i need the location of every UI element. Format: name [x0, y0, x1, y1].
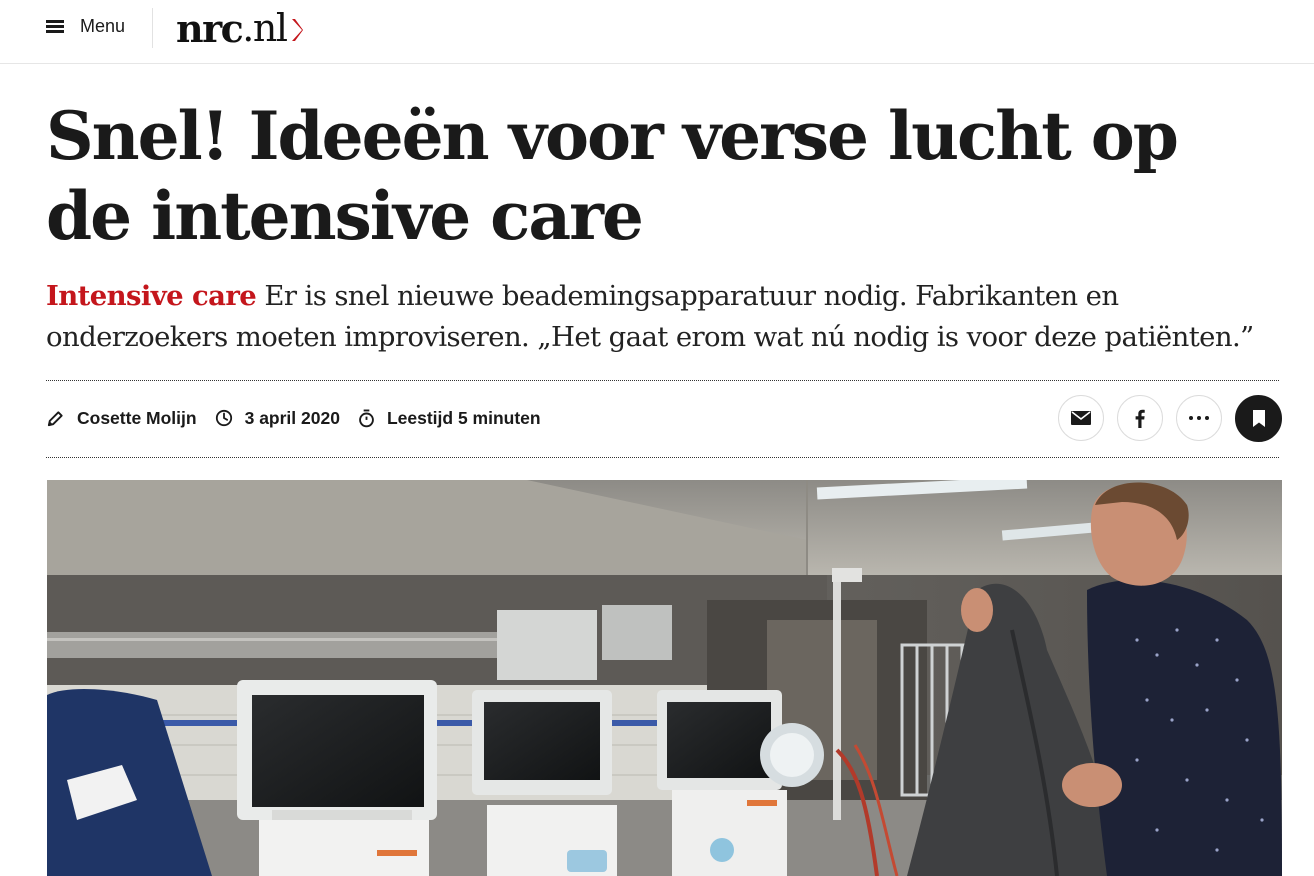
article-kicker: Intensive care	[46, 280, 257, 312]
more-icon	[1189, 416, 1209, 420]
hamburger-icon	[46, 19, 66, 33]
share-email-button[interactable]	[1058, 395, 1104, 441]
logo-text-bold: nrc	[176, 5, 244, 51]
photo-illustration	[47, 480, 1282, 876]
share-facebook-button[interactable]	[1117, 395, 1163, 441]
mail-icon	[1071, 411, 1091, 425]
stopwatch-icon	[359, 409, 374, 427]
menu-button[interactable]: Menu	[46, 14, 125, 38]
publish-date: 3 april 2020	[215, 408, 340, 429]
reading-time: Leestijd 5 minuten	[358, 408, 541, 429]
date-text: 3 april 2020	[244, 407, 340, 428]
bookmark-button[interactable]	[1235, 395, 1282, 442]
header-divider	[152, 8, 153, 48]
logo-text-thin: .nl	[242, 6, 288, 50]
menu-label: Menu	[80, 15, 126, 36]
reading-time-text: Leestijd 5 minuten	[386, 407, 541, 428]
divider-bottom	[46, 457, 1279, 458]
site-header: Menu nrc .nl	[0, 0, 1314, 64]
author-name: Cosette Molijn	[77, 407, 197, 428]
article-meta: Cosette Molijn 3 april 2020 Leestijd 5 m…	[46, 398, 559, 438]
site-logo[interactable]: nrc .nl	[176, 0, 303, 56]
pencil-icon	[47, 410, 63, 426]
logo-chevron-icon	[291, 19, 303, 41]
article-intro: Intensive care Er is snel nieuwe beademi…	[46, 276, 1276, 358]
article-headline: Snel! Ideeën voor verse lucht op de inte…	[46, 97, 1179, 255]
clock-icon	[215, 409, 232, 427]
author[interactable]: Cosette Molijn	[46, 408, 197, 429]
article-photo	[47, 480, 1282, 876]
bookmark-icon	[1252, 410, 1265, 427]
facebook-icon	[1135, 409, 1145, 428]
more-options-button[interactable]	[1176, 395, 1222, 441]
divider-top	[46, 380, 1279, 381]
